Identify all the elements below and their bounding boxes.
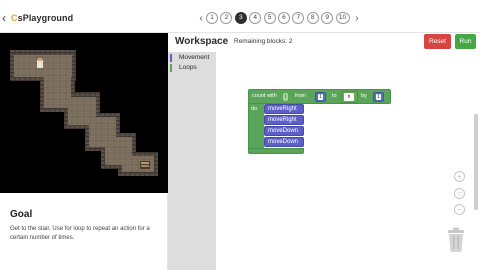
move-down-block[interactable]: moveDown xyxy=(264,126,304,136)
zoom-in-icon[interactable]: + xyxy=(454,171,465,182)
level-2-button[interactable]: 2 xyxy=(220,12,233,24)
next-level-arrow[interactable]: › xyxy=(352,13,362,24)
by-label: by xyxy=(361,93,367,99)
from-value: 1 xyxy=(318,94,323,100)
program-blocks: count with i from 1 to n by 1 do moveRig… xyxy=(248,89,398,159)
toolbox-category-label: Movement xyxy=(179,54,210,61)
blocks-canvas[interactable]: count with i from 1 to n by 1 do moveRig… xyxy=(216,52,480,270)
level-9-button[interactable]: 9 xyxy=(321,12,334,24)
to-label: to xyxy=(332,93,337,99)
movement-color-mark xyxy=(170,54,172,62)
move-down-block[interactable]: moveDown xyxy=(264,137,304,147)
level-navigation: ‹ 1 2 3 4 5 6 7 8 9 10 › xyxy=(196,11,362,25)
app-logo: CsPlayground xyxy=(11,13,73,23)
goal-title: Goal xyxy=(10,209,33,220)
canvas-scrollbar[interactable] xyxy=(474,114,478,210)
back-to-home-link[interactable]: ‹ CsPlayground xyxy=(2,11,73,25)
from-value-block[interactable]: 1 xyxy=(315,92,326,102)
prev-level-arrow[interactable]: ‹ xyxy=(196,13,206,24)
do-label: do xyxy=(251,106,258,112)
top-bar: ‹ CsPlayground ‹ 1 2 3 4 5 6 7 8 9 10 › xyxy=(0,0,480,33)
goal-description: Get to the stair. Use for loop to repeat… xyxy=(10,226,150,241)
to-variable: n xyxy=(344,93,354,101)
count-loop-block[interactable]: count with i from 1 to n by 1 xyxy=(248,89,391,104)
loop-variable-dropdown[interactable]: i xyxy=(283,93,289,101)
game-view xyxy=(0,33,168,193)
chevron-left-icon: ‹ xyxy=(2,11,6,25)
toolbox-category-movement[interactable]: Movement xyxy=(168,53,216,63)
stair-goal xyxy=(140,161,150,169)
level-4-button[interactable]: 4 xyxy=(249,12,262,24)
level-10-button[interactable]: 10 xyxy=(335,12,350,24)
zoom-reset-icon[interactable]: ○ xyxy=(454,188,465,199)
from-label: from xyxy=(295,93,306,99)
toolbox-category-label: Loops xyxy=(179,64,197,71)
by-value: 1 xyxy=(376,94,381,100)
count-with-label: count with xyxy=(252,93,277,99)
blocks-toolbox: Movement Loops xyxy=(168,52,216,270)
run-button[interactable]: Run xyxy=(455,34,476,49)
move-right-block[interactable]: moveRight xyxy=(264,115,304,125)
move-right-block[interactable]: moveRight xyxy=(264,104,304,114)
toolbox-category-loops[interactable]: Loops xyxy=(168,63,216,73)
level-1-button[interactable]: 1 xyxy=(206,12,218,24)
remaining-blocks-label: Remaining blocks: 2 xyxy=(234,38,293,45)
level-7-button[interactable]: 7 xyxy=(292,12,305,24)
reset-button[interactable]: Reset xyxy=(424,34,451,49)
to-variable-block[interactable]: n xyxy=(341,91,358,103)
zoom-out-icon[interactable]: − xyxy=(454,204,465,215)
level-6-button[interactable]: 6 xyxy=(277,12,290,24)
loops-color-mark xyxy=(170,64,172,72)
loop-block-bottom xyxy=(248,148,304,154)
level-5-button[interactable]: 5 xyxy=(263,12,276,24)
goal-panel: Goal Get to the stair. Use for loop to r… xyxy=(0,193,168,270)
by-value-block[interactable]: 1 xyxy=(373,92,384,102)
app-root: ‹ CsPlayground ‹ 1 2 3 4 5 6 7 8 9 10 › xyxy=(0,0,480,270)
logo-c: C xyxy=(11,13,18,23)
logo-text: sPlayground xyxy=(17,13,74,23)
trash-icon[interactable] xyxy=(446,227,466,253)
workspace-title: Workspace xyxy=(175,36,229,47)
game-map xyxy=(10,50,158,176)
level-3-button[interactable]: 3 xyxy=(234,12,247,24)
level-8-button[interactable]: 8 xyxy=(306,12,319,24)
workspace-header: Workspace Remaining blocks: 2 Reset Run xyxy=(168,33,480,52)
